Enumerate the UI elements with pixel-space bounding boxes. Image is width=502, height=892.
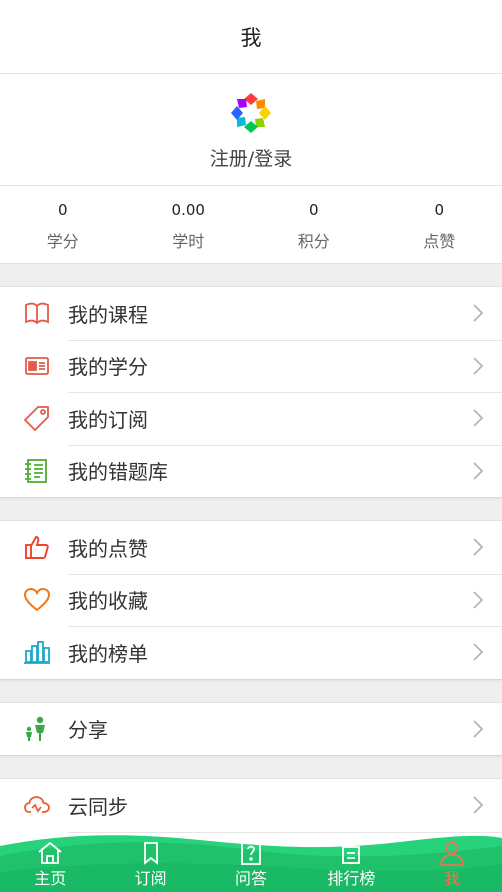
chevron-right-icon — [473, 409, 484, 427]
home-icon — [38, 841, 62, 864]
heart-icon — [22, 585, 52, 615]
menu-item-my-courses[interactable]: 我的课程 — [0, 287, 502, 340]
tab-qa[interactable]: 问答 — [201, 832, 301, 892]
stat-label: 学分 — [46, 231, 79, 251]
stats-bar: 0 学分 0.00 学时 0 积分 0 点赞 — [0, 186, 502, 264]
profile-card: 注册/登录 — [0, 74, 502, 186]
notebook-icon — [22, 456, 52, 486]
menu-item-label: 我的榜单 — [68, 641, 148, 666]
page-title: 我 — [240, 25, 262, 50]
menu-item-my-rankings[interactable]: 我的榜单 — [0, 626, 502, 679]
menu-item-my-favorites[interactable]: 我的收藏 — [0, 573, 502, 627]
people-icon — [22, 714, 52, 744]
tab-label: 排行榜 — [327, 869, 376, 888]
chevron-right-icon — [473, 591, 484, 609]
tab-label: 订阅 — [134, 869, 167, 888]
menu-item-my-credits[interactable]: 我的学分 — [0, 339, 502, 393]
stat-credits[interactable]: 0 学分 — [0, 186, 126, 263]
ranking-icon — [342, 846, 361, 864]
tab-label: 问答 — [235, 869, 268, 888]
chevron-right-icon — [473, 304, 484, 322]
tab-label: 我 — [443, 869, 460, 888]
stat-label: 学时 — [172, 231, 205, 251]
chevron-right-icon — [473, 643, 484, 661]
thumbs-up-icon — [22, 532, 52, 562]
question-icon — [241, 841, 261, 865]
menu-group-share: 分享 — [0, 701, 502, 756]
chevron-right-icon — [473, 462, 484, 480]
menu-item-label: 分享 — [68, 718, 108, 743]
menu-item-label: 我的收藏 — [68, 589, 148, 614]
stat-label: 点赞 — [423, 231, 456, 251]
stat-value: 0 — [434, 200, 445, 219]
stat-points[interactable]: 0 积分 — [251, 186, 377, 263]
stat-value: 0 — [57, 200, 68, 219]
menu-item-label: 我的学分 — [68, 355, 148, 380]
login-register-link[interactable]: 注册/登录 — [210, 144, 292, 171]
tab-home[interactable]: 主页 — [0, 832, 100, 892]
menu-item-my-subscriptions[interactable]: 我的订阅 — [0, 392, 502, 445]
app-logo-icon — [231, 93, 271, 133]
tab-ranking[interactable]: 排行榜 — [301, 832, 401, 892]
menu-group-learning: 我的课程 我的学分 我的订阅 我的错题库 — [0, 286, 502, 498]
tab-subscribe[interactable]: 订阅 — [100, 832, 200, 892]
menu-item-my-mistakes[interactable]: 我的错题库 — [0, 444, 502, 498]
menu-item-label: 云同步 — [68, 794, 128, 819]
tab-label: 主页 — [34, 869, 67, 888]
menu-item-cloud-sync[interactable]: 云同步 — [0, 779, 502, 832]
stat-label: 积分 — [297, 231, 330, 251]
person-icon — [439, 841, 464, 866]
menu-group-social: 我的点赞 我的收藏 我的榜单 — [0, 520, 502, 680]
bookmark-icon — [143, 842, 158, 865]
stat-likes[interactable]: 0 点赞 — [377, 186, 502, 263]
top-bar: 我 — [0, 0, 502, 74]
cloud-sync-icon — [22, 790, 52, 820]
tag-icon — [22, 403, 52, 433]
chevron-right-icon — [473, 796, 484, 814]
tab-me[interactable]: 我 — [402, 832, 502, 892]
menu-item-label: 我的订阅 — [68, 407, 148, 432]
chevron-right-icon — [473, 538, 484, 556]
chevron-right-icon — [473, 357, 484, 375]
menu-item-label: 我的错题库 — [68, 460, 168, 485]
stat-value: 0 — [308, 200, 319, 219]
menu-item-label: 我的课程 — [68, 302, 148, 327]
bottom-tab-bar: 主页 订阅 问答 排行榜 我 — [0, 832, 502, 892]
stat-value: 0.00 — [171, 200, 205, 219]
book-icon — [22, 298, 52, 328]
bar-chart-icon — [22, 637, 52, 667]
menu-item-label: 我的点赞 — [68, 536, 148, 561]
id-card-icon — [22, 351, 52, 381]
menu-item-my-likes[interactable]: 我的点赞 — [0, 521, 502, 574]
stat-hours[interactable]: 0.00 学时 — [126, 186, 252, 263]
chevron-right-icon — [473, 720, 484, 738]
menu-item-share[interactable]: 分享 — [0, 703, 502, 756]
